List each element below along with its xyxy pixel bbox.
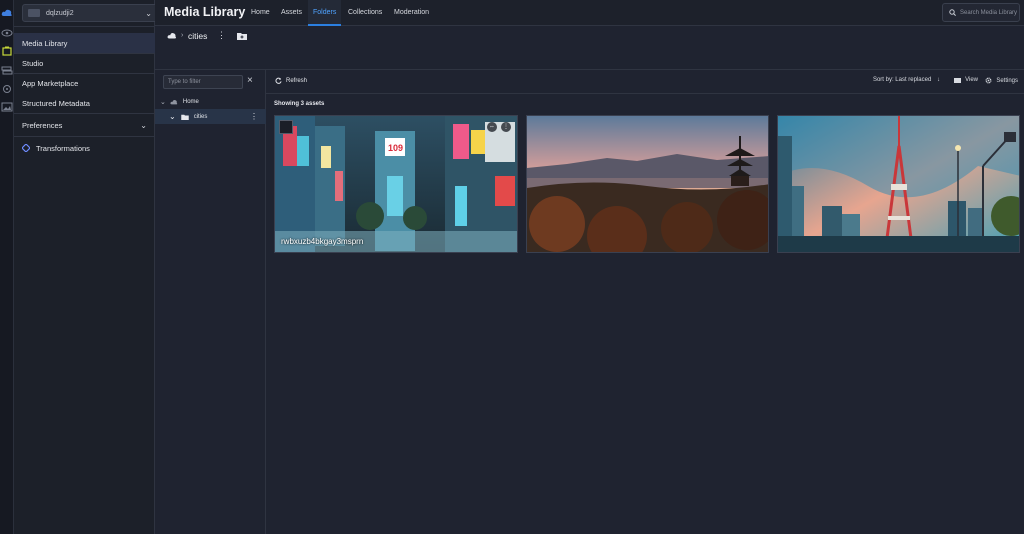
sidebar-item-label: Preferences	[22, 120, 63, 130]
tab-assets[interactable]: Assets	[276, 0, 307, 26]
sidebar-item-label: App Marketplace	[22, 78, 79, 88]
divider	[14, 113, 155, 114]
layers-icon[interactable]	[1, 66, 13, 76]
tree-node-home[interactable]: ⌄ Home	[155, 94, 266, 109]
cloud-logo-icon[interactable]	[1, 8, 13, 18]
breadcrumb-current-folder: cities	[188, 31, 208, 41]
environment-selector[interactable]: dqlzudji2 ⌄	[22, 4, 158, 22]
page-title: Media Library	[164, 5, 246, 19]
view-label: View	[965, 77, 978, 83]
breadcrumb: › cities ⋮	[155, 26, 1024, 70]
sidebar-item-media-library[interactable]: Media Library	[14, 33, 155, 53]
chevron-down-icon: ⌄	[140, 120, 147, 130]
media-library-icon[interactable]	[1, 46, 13, 56]
chevron-down-icon: ⌄	[160, 98, 166, 106]
eye-icon[interactable]	[1, 28, 13, 38]
asset-select-checkbox[interactable]	[279, 120, 293, 134]
kebab-menu-icon[interactable]: ⋮	[250, 112, 258, 121]
sidebar-item-app-marketplace[interactable]: App Marketplace	[14, 73, 155, 93]
refresh-label: Refresh	[286, 77, 308, 84]
assets-toolbar: Refresh Sort by: Last replaced ↓ View Se…	[266, 70, 1024, 94]
sidebar-item-label: Media Library	[22, 38, 68, 48]
asset-thumbnail	[527, 116, 768, 252]
folder-icon	[180, 114, 189, 120]
settings-button[interactable]: Settings	[985, 77, 1018, 84]
tab-home[interactable]: Home	[246, 0, 275, 26]
assets-count: Showing 3 assets	[274, 101, 325, 107]
cloud-root-icon[interactable]	[167, 32, 177, 39]
chevron-down-icon: ⌄	[145, 8, 152, 18]
refresh-icon	[275, 77, 282, 84]
chevron-right-icon: ›	[181, 32, 184, 39]
divider	[14, 136, 155, 137]
folder-tree: Type to filter × ⌄ Home ⌄ cities ⋮	[155, 70, 266, 534]
folder-options-icon[interactable]: ⋮	[217, 30, 226, 41]
environment-tag-icon	[28, 9, 40, 17]
sidebar-item-structured-metadata[interactable]: Structured Metadata	[14, 93, 155, 113]
cloud-icon	[170, 99, 178, 104]
tab-folders[interactable]: Folders	[308, 0, 342, 26]
environment-name: dqlzudji2	[46, 9, 74, 17]
sidebar-item-preferences[interactable]: Preferences ⌄	[14, 115, 155, 135]
svg-text:109: 109	[388, 143, 403, 153]
transformations-icon	[22, 144, 30, 152]
sort-label: Sort by: Last replaced	[872, 77, 932, 83]
refresh-button[interactable]: Refresh	[275, 77, 307, 84]
top-navigation: Media Library Home Assets Folders Collec…	[155, 0, 1024, 26]
divider	[14, 26, 155, 27]
asset-card[interactable]	[526, 115, 769, 253]
gear-icon	[985, 77, 992, 84]
tree-filter-input[interactable]: Type to filter	[163, 75, 243, 89]
tab-collections[interactable]: Collections	[343, 0, 387, 26]
app-rail	[0, 0, 14, 534]
grid-view-icon	[954, 77, 962, 83]
asset-thumbnail: 109	[275, 116, 517, 252]
asset-card[interactable]: 109 ⇔ ⋮ rwbxuzb4bkgay3msprn	[274, 115, 518, 253]
asset-card[interactable]	[777, 115, 1020, 253]
arrow-down-icon: ↓	[937, 77, 940, 83]
search-input[interactable]: Search Media Library	[942, 3, 1020, 22]
tree-node-label: Home	[182, 98, 199, 105]
new-folder-icon[interactable]	[237, 32, 247, 40]
expand-icon[interactable]: ⇔	[487, 122, 497, 132]
asset-public-id: rwbxuzb4bkgay3msprn	[281, 237, 364, 246]
sidebar-item-studio[interactable]: Studio	[14, 53, 155, 73]
search-icon	[949, 9, 956, 16]
asset-thumbnail	[778, 116, 1019, 252]
search-placeholder: Search Media Library	[960, 9, 1018, 16]
sidebar-item-transformations[interactable]: Transformations	[14, 138, 155, 158]
settings-label: Settings	[996, 77, 1018, 84]
tree-node-cities[interactable]: ⌄ cities ⋮	[155, 109, 266, 124]
close-icon[interactable]: ×	[247, 75, 253, 87]
image-icon[interactable]	[1, 102, 13, 112]
view-button[interactable]: View	[954, 77, 978, 83]
sort-dropdown[interactable]: Sort by: Last replaced ↓	[873, 77, 940, 83]
sidebar-item-label: Structured Metadata	[22, 98, 90, 108]
more-icon[interactable]: ⋮	[501, 122, 511, 132]
tab-moderation[interactable]: Moderation	[389, 0, 434, 26]
tree-node-label: cities	[193, 113, 208, 120]
sidebar-item-label: Studio	[22, 58, 44, 68]
settings-icon[interactable]	[1, 84, 13, 94]
sidebar-item-label: Transformations	[36, 143, 90, 153]
chevron-down-icon: ⌄	[169, 112, 176, 121]
sidebar: dqlzudji2 ⌄ Media Library Studio App Mar…	[14, 0, 158, 534]
